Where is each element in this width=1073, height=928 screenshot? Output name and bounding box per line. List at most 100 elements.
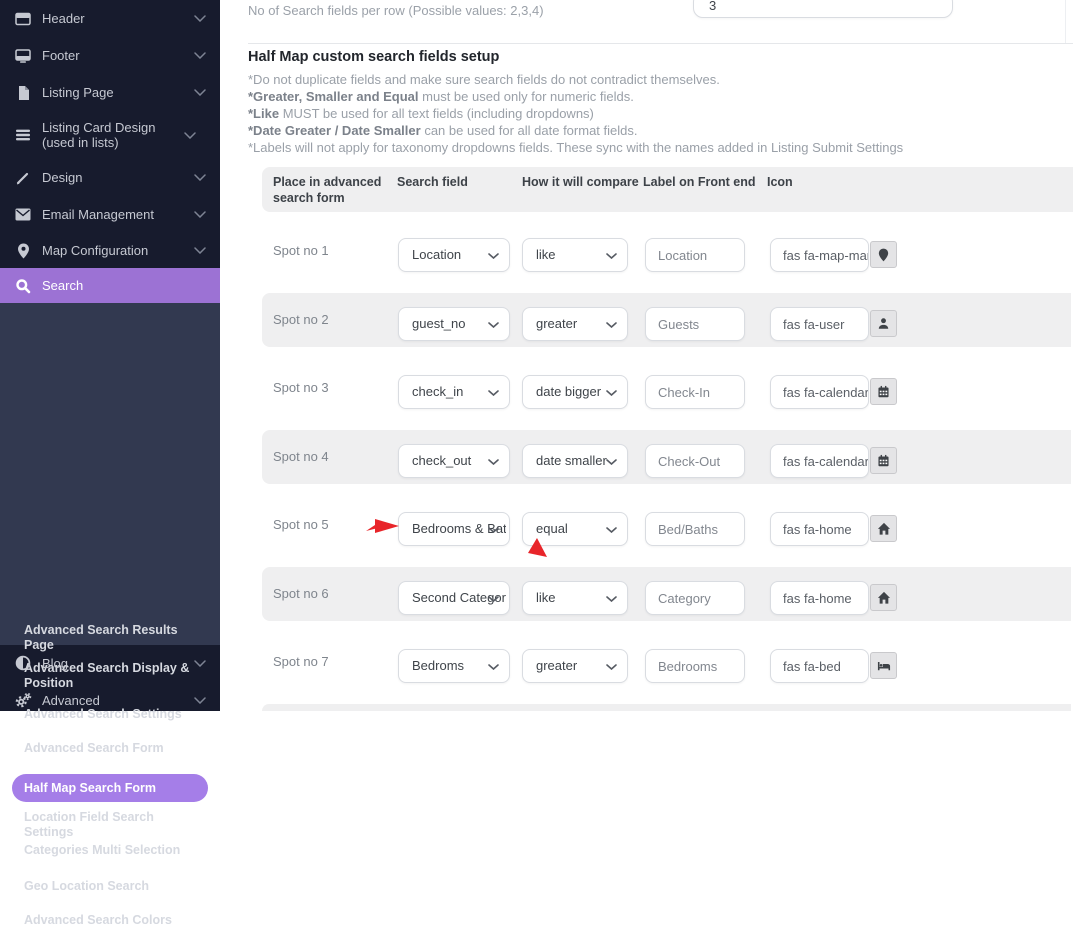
compare-select[interactable]: greater	[522, 307, 628, 341]
sidebar-item-geo-location-search[interactable]: Geo Location Search	[24, 879, 200, 894]
home-icon	[877, 591, 891, 604]
map-pin-icon	[14, 242, 32, 260]
sidebar-item-advanced-search-colors[interactable]: Advanced Search Colors	[24, 913, 200, 928]
sidebar-item-map-configuration[interactable]: Map Configuration	[0, 233, 220, 268]
chevron-down-icon	[194, 247, 206, 254]
listing-page-icon	[14, 84, 32, 102]
spot-label: Spot no 7	[273, 654, 329, 669]
sidebar-item-footer[interactable]: Footer	[0, 37, 220, 74]
compare-select[interactable]: like	[522, 581, 628, 615]
listing-card-icon	[14, 126, 32, 144]
panel-edge-divider	[1065, 0, 1066, 43]
row-stripe	[262, 704, 1071, 711]
search-field-select[interactable]: Bedroms	[398, 649, 510, 683]
compare-select[interactable]: date bigger	[522, 375, 628, 409]
chevron-down-icon	[194, 89, 206, 96]
search-field-select[interactable]: Second Category	[398, 581, 510, 615]
sidebar-item-label: Advanced	[42, 693, 194, 708]
chevron-down-icon	[606, 390, 617, 396]
sidebar-item-label: Email Management	[42, 207, 194, 222]
icon-class-input[interactable]	[770, 238, 869, 272]
icon-class-input[interactable]	[770, 375, 869, 409]
icon-class-input[interactable]	[770, 649, 869, 683]
sidebar-item-email-management[interactable]: Email Management	[0, 196, 220, 233]
spot-label: Spot no 4	[273, 449, 329, 464]
blog-icon	[14, 654, 32, 672]
sidebar-item-label: Map Configuration	[42, 243, 194, 258]
sidebar-item-label: Listing Card Design (used in lists)	[42, 120, 184, 150]
spot-label: Spot no 3	[273, 380, 329, 395]
section-title: Half Map custom search fields setup	[248, 49, 499, 65]
spot-label: Spot no 5	[273, 517, 329, 532]
map-marker-icon	[878, 248, 889, 262]
chevron-down-icon	[488, 253, 499, 259]
sidebar-item-location-field-search-settings[interactable]: Location Field Search Settings	[24, 810, 200, 840]
chevron-down-icon	[194, 697, 206, 704]
fields-per-row-input[interactable]	[693, 0, 953, 18]
front-label-input[interactable]	[645, 444, 745, 478]
icon-class-input[interactable]	[770, 444, 869, 478]
icon-preview	[870, 515, 897, 542]
chevron-down-icon	[194, 15, 206, 22]
sidebar-item-label: Footer	[42, 48, 194, 63]
spot-label: Spot no 1	[273, 243, 329, 258]
icon-class-input[interactable]	[770, 307, 869, 341]
fields-per-row-label: No of Search fields per row (Possible va…	[248, 3, 544, 18]
sidebar-item-label: Blog	[42, 656, 194, 671]
chevron-down-icon	[606, 664, 617, 670]
sidebar-item-half-map-search-form[interactable]: Half Map Search Form	[12, 774, 208, 802]
chevron-down-icon	[488, 664, 499, 670]
compare-select[interactable]: date smaller	[522, 444, 628, 478]
chevron-down-icon	[488, 390, 499, 396]
sidebar-item-search[interactable]: Search	[0, 268, 220, 303]
section-divider	[248, 43, 1073, 44]
search-field-select[interactable]: check_in	[398, 375, 510, 409]
sidebar-item-categories-multi-selection[interactable]: Categories Multi Selection	[24, 843, 200, 858]
icon-class-input[interactable]	[770, 512, 869, 546]
search-field-select[interactable]: check_out	[398, 444, 510, 478]
sidebar-item-label: Search	[42, 278, 206, 293]
setup-note: *Date Greater / Date Smaller can be used…	[248, 123, 638, 138]
setup-note: *Greater, Smaller and Equal must be used…	[248, 89, 634, 104]
chevron-down-icon	[606, 527, 617, 533]
bed-icon	[877, 659, 891, 672]
col-header-compare: How it will compare	[522, 174, 639, 190]
search-field-select[interactable]: Bedrooms & Bath	[398, 512, 510, 546]
calendar-icon	[877, 454, 890, 467]
sidebar-item-label: Design	[42, 170, 194, 185]
chevron-down-icon	[488, 322, 499, 328]
front-label-input[interactable]	[645, 581, 745, 615]
chevron-down-icon	[488, 459, 499, 465]
front-label-input[interactable]	[645, 375, 745, 409]
icon-class-input[interactable]	[770, 581, 869, 615]
chevron-down-icon	[606, 596, 617, 602]
sidebar-item-design[interactable]: Design	[0, 159, 220, 196]
footer-icon	[14, 47, 32, 65]
sidebar-item-header[interactable]: Header	[0, 0, 220, 37]
col-header-label: Label on Front end	[643, 174, 756, 190]
user-icon	[877, 317, 890, 330]
sidebar-item-advanced[interactable]: Advanced	[0, 683, 220, 717]
front-label-input[interactable]	[645, 307, 745, 341]
setup-note: *Do not duplicate fields and make sure s…	[248, 72, 720, 87]
sidebar-item-advanced-search-form[interactable]: Advanced Search Form	[24, 741, 200, 756]
gears-icon	[14, 691, 32, 709]
front-label-input[interactable]	[645, 512, 745, 546]
search-field-select[interactable]: guest_no	[398, 307, 510, 341]
compare-select[interactable]: greater	[522, 649, 628, 683]
annotation-arrow-right	[366, 516, 402, 536]
icon-preview	[870, 310, 897, 337]
chevron-down-icon	[184, 132, 196, 139]
front-label-input[interactable]	[645, 649, 745, 683]
chevron-down-icon	[194, 211, 206, 218]
sidebar-item-blog[interactable]: Blog	[0, 646, 220, 680]
search-field-select[interactable]: Location	[398, 238, 510, 272]
front-label-input[interactable]	[645, 238, 745, 272]
sidebar-item-label: Listing Page	[42, 85, 194, 100]
chevron-down-icon	[606, 459, 617, 465]
compare-select[interactable]: like	[522, 238, 628, 272]
sidebar-item-listing-page[interactable]: Listing Page	[0, 74, 220, 111]
sidebar-item-listing-card-design[interactable]: Listing Card Design (used in lists)	[0, 111, 220, 159]
search-icon	[14, 277, 32, 295]
icon-preview	[870, 241, 897, 268]
